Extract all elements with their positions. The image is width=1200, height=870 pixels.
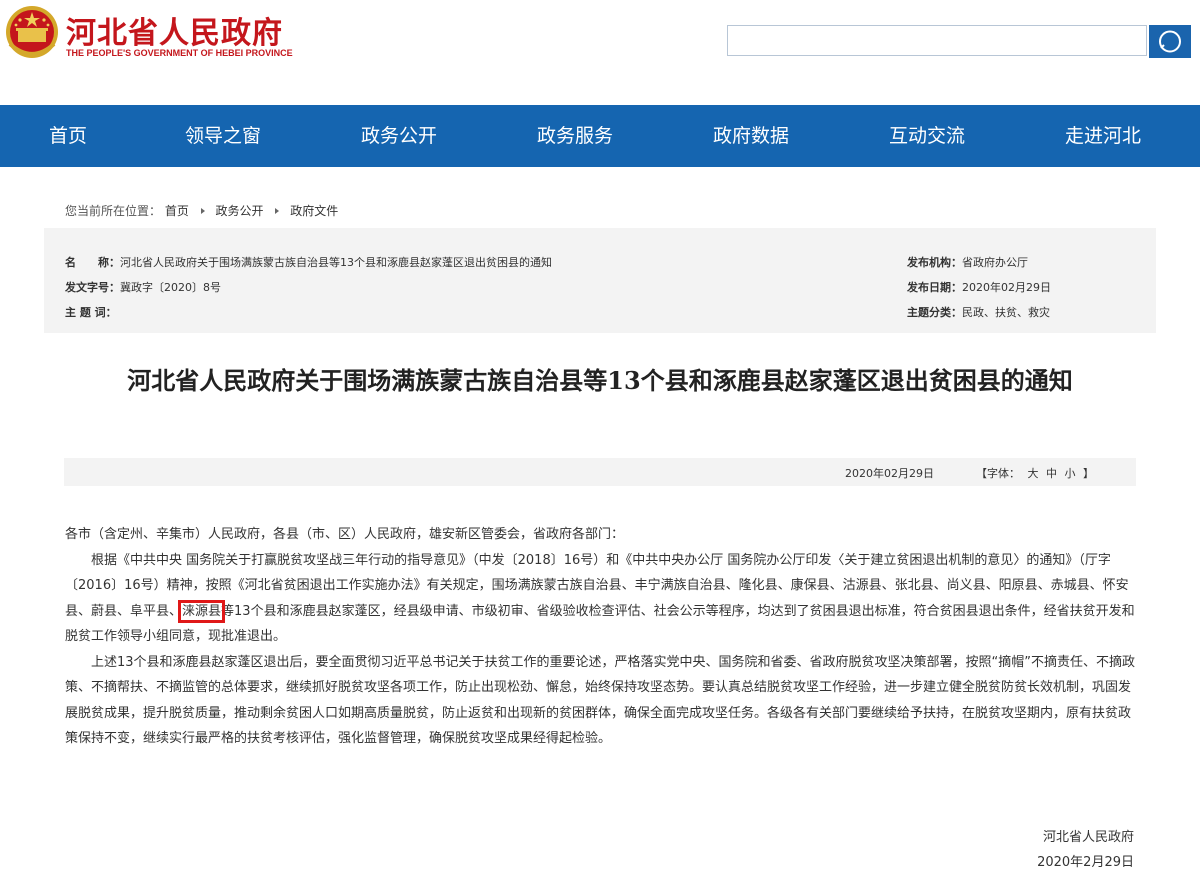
nav-item-about-hebei[interactable]: 走进河北 [1065,105,1141,167]
meta-name-value: 河北省人民政府关于围场满族蒙古族自治县等13个县和涿鹿县赵家蓬区退出贫困县的通知 [120,256,552,269]
breadcrumb-label: 您当前所在位置： [65,204,162,218]
breadcrumb-arrow-icon [275,208,280,214]
nav-item-interaction[interactable]: 互动交流 [889,105,965,167]
national-emblem-icon[interactable] [4,4,60,62]
main-nav: 首页 领导之窗 政务公开 政务服务 政府数据 互动交流 走进河北 [0,105,1200,167]
document-body: 各市（含定州、辛集市）人民政府，各县（市、区）人民政府，雄安新区管委会，省政府各… [65,522,1137,752]
breadcrumb-gov-affairs[interactable]: 政务公开 [216,204,264,218]
document-title: 河北省人民政府关于围场满族蒙古族自治县等13个县和涿鹿县赵家蓬区退出贫困县的通知 [127,366,1073,395]
nav-item-home[interactable]: 首页 [49,105,87,167]
meta-date-label: 发布日期： [907,281,962,294]
meta-publisher-label: 发布机构： [907,256,962,269]
font-size-label: 【字体： [976,467,1020,480]
paragraph-1-text-b: 等13个县和涿鹿县赵家蓬区，经县级申请、市级初审、省级验收检查评估、社会公示等程… [65,603,1135,645]
meta-docno-label: 发文字号： [65,281,120,294]
nav-item-gov-services[interactable]: 政务服务 [537,105,613,167]
font-size-close: 】 [1083,467,1094,480]
highlighted-county: 涞源县 [178,599,226,623]
meta-keywords-label: 主 题 词： [65,306,117,319]
font-size-small-button[interactable]: 小 [1065,467,1076,480]
nav-item-gov-data[interactable]: 政府数据 [713,105,789,167]
signature-date: 2020年2月29日 [1037,855,1134,870]
breadcrumb-gov-documents[interactable]: 政府文件 [290,204,338,218]
nav-item-gov-affairs-open[interactable]: 政务公开 [361,105,437,167]
site-title[interactable]: 河北省人民政府 [66,8,283,52]
nav-item-leaders[interactable]: 领导之窗 [185,105,261,167]
meta-keywords-row: 主 题 词： [65,304,117,320]
search-button[interactable] [1149,25,1191,58]
meta-category-label: 主题分类： [907,306,962,319]
document-date: 2020年02月29日 [845,467,934,480]
meta-docno-row: 发文字号：冀政字〔2020〕8号 [65,279,221,295]
site-subtitle: THE PEOPLE'S GOVERNMENT OF HEBEI PROVINC… [66,48,293,58]
breadcrumb-arrow-icon [200,208,205,214]
font-size-large-button[interactable]: 大 [1028,467,1039,480]
font-size-medium-button[interactable]: 中 [1046,467,1057,480]
meta-name-row: 名 称：河北省人民政府关于围场满族蒙古族自治县等13个县和涿鹿县赵家蓬区退出贫困… [65,254,552,270]
breadcrumb-home[interactable]: 首页 [165,204,189,218]
paragraph-2: 上述13个县和涿鹿县赵家蓬区退出后，要全面贯彻习近平总书记关于扶贫工作的重要论述… [65,654,1136,747]
salutation: 各市（含定州、辛集市）人民政府，各县（市、区）人民政府，雄安新区管委会，省政府各… [65,527,625,542]
meta-date-row: 发布日期：2020年02月29日 [907,279,1051,295]
document-meta-box: 名 称：河北省人民政府关于围场满族蒙古族自治县等13个县和涿鹿县赵家蓬区退出贫困… [44,228,1156,333]
site-header: 河北省人民政府 THE PEOPLE'S GOVERNMENT OF HEBEI… [0,0,1200,105]
search-icon [1159,30,1181,53]
meta-publisher-row: 发布机构：省政府办公厅 [907,254,1028,270]
meta-date-value: 2020年02月29日 [962,281,1051,294]
meta-category-value: 民政、扶贫、救灾 [962,306,1050,319]
font-size-switcher: 【字体： 大 中 小 】 [974,465,1096,481]
meta-docno-value: 冀政字〔2020〕8号 [120,281,221,294]
breadcrumb: 您当前所在位置： 首页 政务公开 政府文件 [65,202,338,220]
meta-category-row: 主题分类：民政、扶贫、救灾 [907,304,1050,320]
signature-org: 河北省人民政府 [1042,830,1134,845]
meta-name-label: 名 称： [65,256,120,269]
paragraph-1: 根据《中共中央 国务院关于打赢脱贫攻坚战三年行动的指导意见》（中发〔2018〕1… [65,548,1137,650]
meta-publisher-value: 省政府办公厅 [962,256,1028,269]
document-info-bar: 2020年02月29日 【字体： 大 中 小 】 [64,458,1136,486]
search-input[interactable] [727,25,1147,56]
